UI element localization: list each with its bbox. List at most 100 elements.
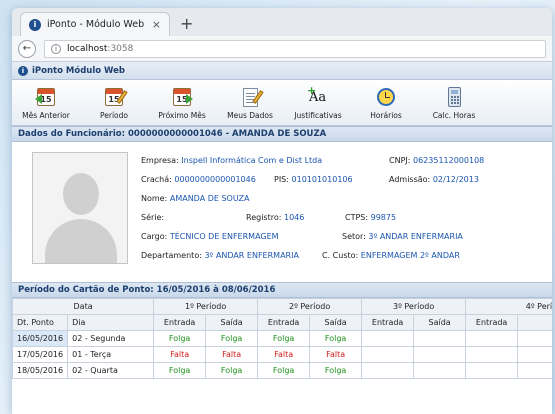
employee-photo-placeholder — [32, 152, 128, 264]
group-header-period-3: 3º Período — [361, 298, 467, 315]
cell-entrada-2: Falta — [257, 346, 311, 363]
nome-field: Nome: AMANDA DE SOUZA — [141, 194, 250, 203]
cell-spill — [517, 362, 552, 379]
schedules-button[interactable]: Horários — [352, 80, 420, 125]
group-header-period-4: 4º Período — [465, 298, 552, 315]
back-arrow-icon[interactable]: ← — [18, 39, 36, 58]
my-data-button[interactable]: Meus Dados — [216, 80, 284, 125]
cracha-field: Crachá: 0000000000001046 — [141, 175, 256, 184]
calculator-icon — [443, 86, 465, 108]
close-tab-icon[interactable]: × — [152, 18, 161, 31]
centro-custo-field: C. Custo: ENFERMAGEM 2º ANDAR — [322, 251, 460, 260]
cell-spill — [517, 330, 552, 347]
group-header-date: Data — [12, 298, 155, 315]
cell-spill — [517, 346, 552, 363]
row-day: 01 - Terça — [67, 346, 155, 363]
table-row[interactable]: 17/05/2016 01 - Terça Falta Falta Falta … — [12, 346, 552, 363]
col-header-dia[interactable]: Dia — [67, 314, 155, 331]
row-date: 18/05/2016 — [12, 362, 69, 379]
ipontos-favicon-icon: i — [29, 18, 41, 31]
app-title-bar: i iPonto Módulo Web — [12, 62, 552, 80]
cell-saida-1: Folga — [205, 362, 259, 379]
next-month-label: Próximo Mês — [158, 110, 206, 120]
period-button[interactable]: 15 Período — [80, 80, 148, 125]
cell-saida-3 — [413, 330, 467, 347]
calendar-prev-icon: 15 — [35, 86, 57, 108]
browser-tab[interactable]: i iPonto - Módulo Web × — [20, 12, 170, 36]
group-header-period-1: 1º Período — [153, 298, 259, 315]
schedules-label: Horários — [370, 110, 402, 120]
col-header-saida-1[interactable]: Saída — [205, 314, 259, 331]
cell-entrada-4 — [465, 346, 519, 363]
previous-month-button[interactable]: 15 Mês Anterior — [12, 80, 80, 125]
cell-entrada-3 — [361, 362, 415, 379]
address-bar: ← i localhost :3058 — [12, 36, 552, 62]
cell-saida-2: Falta — [309, 346, 363, 363]
col-header-dt-ponto[interactable]: Dt. Ponto — [12, 314, 69, 331]
table-row[interactable]: 16/05/2016 02 - Segunda Folga Folga Folg… — [12, 330, 552, 347]
calc-hours-button[interactable]: Calc. Horas — [420, 80, 488, 125]
group-header-period-2: 2º Período — [257, 298, 363, 315]
cell-entrada-1: Folga — [153, 362, 207, 379]
col-header-saida-2[interactable]: Saída — [309, 314, 363, 331]
pis-field: PIS: 010101010106 — [274, 175, 353, 184]
departamento-field: Departamento: 3º ANDAR ENFERMARIA — [141, 251, 299, 260]
registro-field: Registro: 1046 — [246, 213, 305, 222]
cell-saida-1: Falta — [205, 346, 259, 363]
info-icon[interactable]: i — [51, 43, 61, 54]
url-port: :3058 — [107, 43, 134, 54]
font-add-icon: + Aa — [307, 83, 327, 105]
app-title: iPonto Módulo Web — [32, 65, 125, 76]
cell-saida-3 — [413, 362, 467, 379]
cnpj-field: CNPJ: 06235112000108 — [389, 156, 485, 165]
browser-window: i iPonto - Módulo Web × + ← i localhost … — [12, 8, 552, 414]
document-edit-icon — [239, 86, 264, 108]
calc-hours-label: Calc. Horas — [432, 110, 476, 120]
cell-entrada-4 — [465, 330, 519, 347]
cell-saida-1: Folga — [205, 330, 259, 347]
row-day: 02 - Quarta — [67, 362, 155, 379]
admissao-field: Admissão: 02/12/2013 — [389, 175, 479, 184]
cell-entrada-3 — [361, 330, 415, 347]
tab-title: iPonto - Módulo Web — [47, 19, 145, 30]
main-toolbar: 15 Mês Anterior 15 Período 15 Próximo Mê… — [12, 80, 552, 126]
row-date: 17/05/2016 — [12, 346, 69, 363]
tab-strip: i iPonto - Módulo Web × + — [12, 8, 552, 36]
col-header-entrada-2[interactable]: Entrada — [257, 314, 311, 331]
cell-entrada-4 — [465, 362, 519, 379]
cell-entrada-1: Falta — [153, 346, 207, 363]
period-section-header: Período do Cartão de Ponto: 16/05/2016 à… — [12, 282, 552, 298]
next-month-button[interactable]: 15 Próximo Mês — [148, 80, 216, 125]
cell-entrada-2: Folga — [257, 362, 311, 379]
cell-entrada-2: Folga — [257, 330, 311, 347]
col-header-entrada-1[interactable]: Entrada — [153, 314, 207, 331]
punch-card-grid: Data 1º Período 2º Período 3º Período 4º… — [12, 298, 552, 379]
calendar-edit-icon: 15 — [103, 86, 128, 108]
employee-section-header: Dados do Funcionário: 0000000000001046 -… — [12, 126, 552, 142]
table-row[interactable]: 18/05/2016 02 - Quarta Folga Folga Folga… — [12, 362, 552, 379]
url-host: localhost — [67, 43, 108, 54]
cell-entrada-1: Folga — [153, 330, 207, 347]
my-data-label: Meus Dados — [227, 110, 273, 120]
row-day: 02 - Segunda — [67, 330, 155, 347]
col-header-saida-3[interactable]: Saída — [413, 314, 467, 331]
empresa-field: Empresa: Inspell Informática Com e Dist … — [141, 156, 323, 165]
sub-header-row: Dt. Ponto Dia Entrada Saída Entrada Saíd… — [12, 314, 552, 331]
punch-card-table: Data 1º Período 2º Período 3º Período 4º… — [12, 298, 552, 379]
justifications-label: Justificativas — [294, 110, 342, 120]
clock-icon — [375, 86, 397, 108]
setor-field: Setor: 3º ANDAR ENFERMARIA — [342, 232, 463, 241]
col-header-entrada-4[interactable]: Entrada — [465, 314, 519, 331]
app-logo-icon: i — [18, 65, 28, 76]
new-tab-button[interactable]: + — [180, 14, 193, 33]
cargo-field: Cargo: TÉCNICO DE ENFERMAGEM — [141, 232, 279, 241]
url-input[interactable]: i localhost :3058 — [44, 39, 546, 58]
cell-entrada-3 — [361, 346, 415, 363]
col-header-entrada-3[interactable]: Entrada — [361, 314, 415, 331]
group-header-row: Data 1º Período 2º Período 3º Período 4º… — [12, 298, 552, 315]
cell-saida-2: Folga — [309, 330, 363, 347]
cell-saida-2: Folga — [309, 362, 363, 379]
row-date: 16/05/2016 — [12, 330, 69, 347]
cell-saida-3 — [413, 346, 467, 363]
justifications-button[interactable]: + Aa Justificativas — [284, 80, 352, 125]
